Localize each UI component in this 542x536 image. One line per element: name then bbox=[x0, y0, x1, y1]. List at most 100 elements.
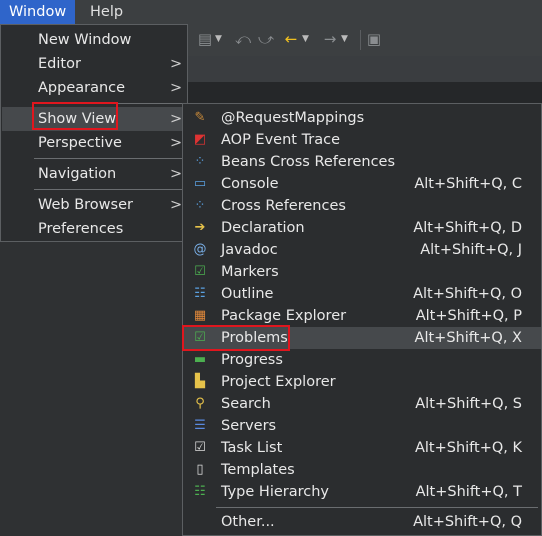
view-item-label: AOP Event Trace bbox=[221, 132, 341, 148]
view-item-servers[interactable]: ☰ Servers bbox=[184, 415, 541, 437]
view-item-label: Cross References bbox=[221, 198, 346, 214]
shortcut: Alt+Shift+Q, S bbox=[415, 396, 522, 412]
chevron-right-icon: > bbox=[170, 135, 183, 151]
view-item-label: Servers bbox=[221, 418, 277, 434]
servers-icon: ☰ bbox=[194, 418, 206, 433]
menu-item-navigation[interactable]: Navigation > bbox=[2, 162, 187, 186]
templates-icon: ▯ bbox=[196, 462, 204, 477]
pin-editor-icon[interactable]: ▣ bbox=[366, 31, 382, 47]
chevron-right-icon: > bbox=[170, 111, 183, 127]
view-item-label: Search bbox=[221, 396, 271, 412]
prev-annotation-icon[interactable]: ⤺ bbox=[235, 31, 251, 47]
view-item-label: Project Explorer bbox=[221, 374, 336, 390]
package-explorer-icon: ▦ bbox=[193, 308, 207, 323]
view-item-label: Markers bbox=[221, 264, 279, 280]
view-item-cross-references[interactable]: ⁘ Cross References bbox=[184, 195, 541, 217]
shortcut: Alt+Shift+Q, J bbox=[420, 242, 522, 258]
show-view-submenu: ✎ @RequestMappings ◩ AOP Event Trace ⁘ B… bbox=[182, 103, 542, 536]
chevron-right-icon: > bbox=[170, 80, 183, 96]
search-icon: ⚲ bbox=[195, 396, 205, 411]
view-item-markers[interactable]: ☑ Markers bbox=[184, 261, 541, 283]
menu-item-editor[interactable]: Editor > bbox=[2, 52, 187, 76]
shortcut: Alt+Shift+Q, Q bbox=[413, 514, 522, 530]
problems-highlight-outline bbox=[182, 325, 290, 351]
view-item-declaration[interactable]: ➔ Declaration Alt+Shift+Q, D bbox=[184, 217, 541, 239]
menu-separator bbox=[34, 158, 186, 159]
menu-window[interactable]: Window bbox=[0, 0, 76, 24]
menu-item-perspective[interactable]: Perspective > bbox=[2, 131, 187, 155]
menu-item-label: Appearance bbox=[38, 80, 126, 96]
view-item-progress[interactable]: ▬ Progress bbox=[184, 349, 541, 371]
view-item-label: Declaration bbox=[221, 220, 305, 236]
window-menu: New Window Editor > Appearance > Show Vi… bbox=[0, 24, 188, 242]
dropdown-arrow-icon[interactable]: ▼ bbox=[215, 31, 222, 47]
view-item-beans-cross-references[interactable]: ⁘ Beans Cross References bbox=[184, 151, 541, 173]
view-item-request-mappings[interactable]: ✎ @RequestMappings bbox=[184, 107, 541, 129]
task-list-icon: ☑ bbox=[194, 440, 206, 455]
view-item-type-hierarchy[interactable]: ☷ Type Hierarchy Alt+Shift+Q, T bbox=[184, 481, 541, 503]
menu-separator bbox=[216, 507, 538, 508]
shortcut: Alt+Shift+Q, C bbox=[414, 176, 522, 192]
request-mappings-icon: ✎ bbox=[194, 110, 206, 125]
view-item-other[interactable]: Other... Alt+Shift+Q, Q bbox=[184, 511, 541, 533]
toolbar-separator bbox=[360, 30, 361, 50]
view-item-outline[interactable]: ☷ Outline Alt+Shift+Q, O bbox=[184, 283, 541, 305]
main-toolbar: ▤ ▼ ⤺ ⤻ ← ▼ → ▼ ▣ bbox=[188, 24, 542, 56]
forward-arrow-icon[interactable]: → bbox=[322, 31, 338, 47]
menu-item-web-browser[interactable]: Web Browser > bbox=[2, 193, 187, 217]
view-item-label: Outline bbox=[221, 286, 274, 302]
view-item-aop-event-trace[interactable]: ◩ AOP Event Trace bbox=[184, 129, 541, 151]
menu-item-label: Navigation bbox=[38, 166, 117, 182]
view-item-package-explorer[interactable]: ▦ Package Explorer Alt+Shift+Q, P bbox=[184, 305, 541, 327]
view-item-project-explorer[interactable]: ▙ Project Explorer bbox=[184, 371, 541, 393]
view-item-label: Templates bbox=[221, 462, 295, 478]
chevron-right-icon: > bbox=[170, 166, 183, 182]
view-item-label: Package Explorer bbox=[221, 308, 347, 324]
menu-item-label: Perspective bbox=[38, 135, 122, 151]
view-item-label: Task List bbox=[221, 440, 283, 456]
view-item-console[interactable]: ▭ Console Alt+Shift+Q, C bbox=[184, 173, 541, 195]
javadoc-icon: @ bbox=[193, 242, 207, 257]
menu-item-label: New Window bbox=[38, 32, 132, 48]
menu-separator bbox=[34, 189, 186, 190]
chevron-right-icon: > bbox=[170, 197, 183, 213]
markers-icon: ☑ bbox=[194, 264, 206, 279]
view-item-templates[interactable]: ▯ Templates bbox=[184, 459, 541, 481]
view-item-javadoc[interactable]: @ Javadoc Alt+Shift+Q, J bbox=[184, 239, 541, 261]
back-arrow-icon[interactable]: ← bbox=[283, 31, 299, 47]
declaration-icon: ➔ bbox=[194, 220, 206, 235]
view-item-label: Console bbox=[221, 176, 279, 192]
back-dropdown-icon[interactable]: ▼ bbox=[302, 31, 309, 47]
forward-dropdown-icon[interactable]: ▼ bbox=[341, 31, 348, 47]
shortcut: Alt+Shift+Q, X bbox=[414, 330, 522, 346]
cross-references-icon: ⁘ bbox=[194, 198, 206, 213]
show-view-highlight-outline bbox=[32, 102, 118, 130]
menu-item-new-window[interactable]: New Window bbox=[2, 28, 187, 52]
view-item-search[interactable]: ⚲ Search Alt+Shift+Q, S bbox=[184, 393, 541, 415]
type-hierarchy-icon: ☷ bbox=[194, 484, 206, 499]
aop-trace-icon: ◩ bbox=[193, 132, 207, 147]
shortcut: Alt+Shift+Q, P bbox=[415, 308, 522, 324]
project-explorer-icon: ▙ bbox=[195, 374, 205, 389]
console-icon: ▭ bbox=[193, 176, 207, 191]
menu-item-label: Preferences bbox=[38, 221, 124, 237]
editor-tab-strip bbox=[188, 56, 542, 82]
print-icon[interactable]: ▤ bbox=[197, 31, 213, 47]
view-item-label: Javadoc bbox=[221, 242, 278, 258]
view-item-label: @RequestMappings bbox=[221, 110, 365, 126]
menu-item-preferences[interactable]: Preferences bbox=[2, 217, 187, 241]
shortcut: Alt+Shift+Q, O bbox=[413, 286, 522, 302]
menu-help[interactable]: Help bbox=[81, 0, 132, 24]
view-item-label: Progress bbox=[221, 352, 283, 368]
outline-icon: ☷ bbox=[194, 286, 206, 301]
chevron-right-icon: > bbox=[170, 56, 183, 72]
shortcut: Alt+Shift+Q, D bbox=[413, 220, 522, 236]
shortcut: Alt+Shift+Q, K bbox=[414, 440, 522, 456]
next-annotation-icon[interactable]: ⤻ bbox=[258, 31, 274, 47]
view-item-task-list[interactable]: ☑ Task List Alt+Shift+Q, K bbox=[184, 437, 541, 459]
view-item-label: Beans Cross References bbox=[221, 154, 396, 170]
view-item-label: Type Hierarchy bbox=[221, 484, 329, 500]
menu-item-label: Web Browser bbox=[38, 197, 133, 213]
menu-item-appearance[interactable]: Appearance > bbox=[2, 76, 187, 100]
progress-icon: ▬ bbox=[193, 352, 207, 367]
